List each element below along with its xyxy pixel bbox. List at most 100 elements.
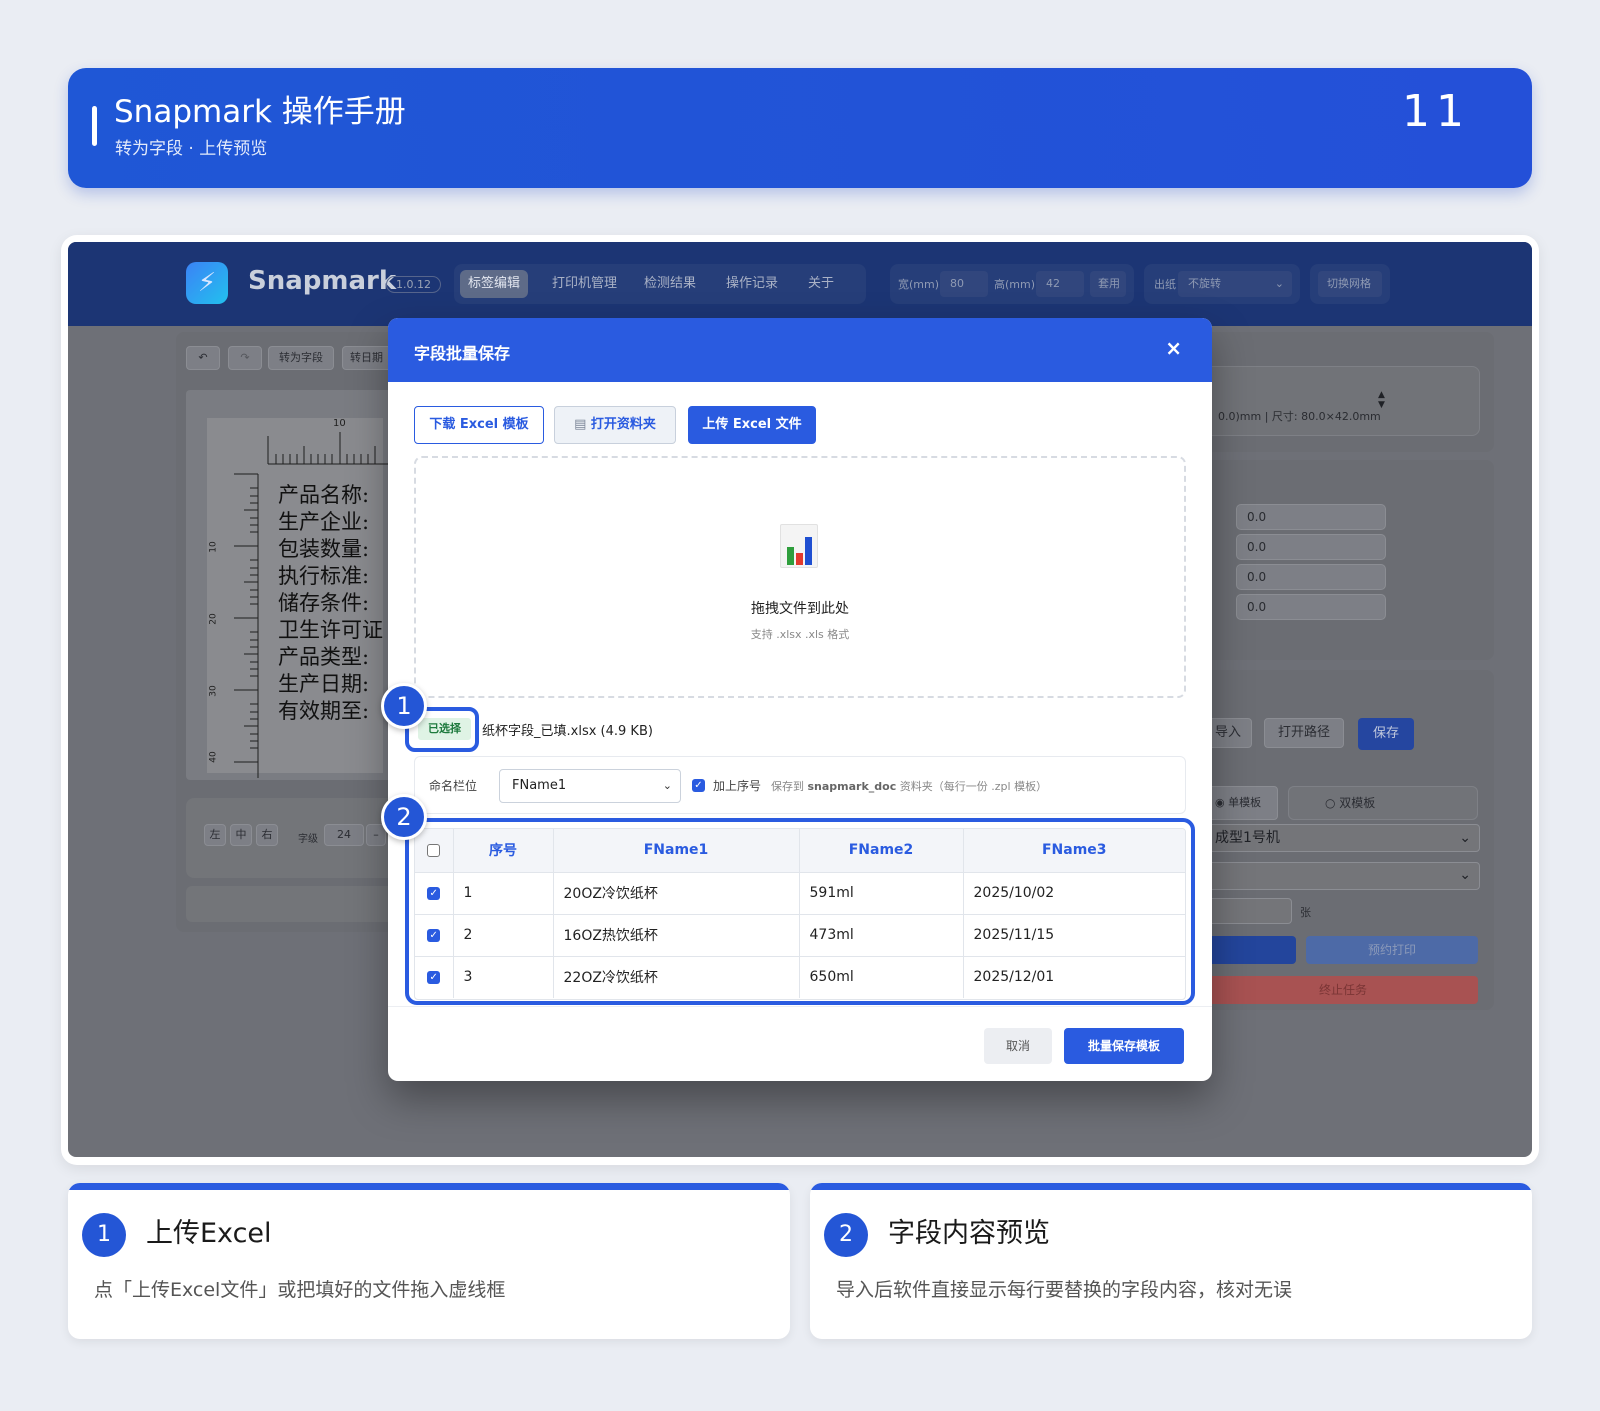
printer-select-value: 成型1号机 (1215, 830, 1280, 846)
spinner-icon[interactable]: ▲ ▼ (1378, 390, 1385, 410)
offset-field[interactable]: 0.0 (1236, 504, 1386, 530)
redo-icon[interactable]: ↷ (228, 346, 262, 370)
name-field-select[interactable]: FName1 ⌄ (499, 769, 681, 803)
add-seq-checkbox[interactable]: ✓ (692, 779, 705, 792)
paper-rotate-select[interactable]: 不旋转 ⌄ (1178, 271, 1292, 297)
page-number: 11 (1402, 86, 1470, 137)
save-hint-folder: snapmark_doc (807, 780, 897, 793)
ruler-top-label: 10 (333, 418, 346, 429)
main-nav: 标签编辑 打印机管理 检测结果 操作记录 关于 (454, 264, 866, 304)
tab-about[interactable]: 关于 (800, 270, 842, 298)
drop-zone[interactable]: 拖拽文件到此处 支持 .xlsx .xls 格式 (414, 456, 1186, 698)
to-date-button[interactable]: 转日期 (342, 346, 392, 370)
align-left-button[interactable]: 左 (204, 824, 226, 846)
label-content: 产品名称: 生产企业: 包装数量: 执行标准: 储存条件: 卫生许可证 产品类型… (278, 482, 383, 725)
offset-field[interactable]: 0.0 (1236, 594, 1386, 620)
chevron-down-icon: ⌄ (1459, 830, 1471, 846)
stop-task-button[interactable]: 终止任务 (1208, 976, 1478, 1004)
grid-controls: 切换网格 (1310, 264, 1390, 304)
step-card-2: 2 字段内容预览 导入后软件直接显示每行要替换的字段内容，核对无误 (810, 1183, 1532, 1339)
undo-icon[interactable]: ↶ (186, 346, 220, 370)
batch-save-button[interactable]: 批量保存模板 (1064, 1028, 1184, 1064)
font-size-label: 字级 (298, 834, 318, 845)
step-card-1: 1 上传Excel 点「上传Excel文件」或把填好的文件拖入虚线框 (68, 1183, 790, 1339)
label-line: 卫生许可证 (278, 618, 383, 642)
label-line: 生产日期: (278, 672, 370, 696)
open-folder-button[interactable]: ▤ 打开资料夹 (554, 406, 676, 444)
align-center-button[interactable]: 中 (230, 824, 252, 846)
toggle-grid-button[interactable]: 切换网格 (1318, 271, 1382, 297)
save-hint-prefix: 保存到 (771, 780, 804, 793)
excel-chart-icon (780, 524, 818, 568)
card-accent-line (68, 1183, 790, 1190)
size-info: 0.0)mm | 尺寸: 80.0×42.0mm (1218, 410, 1381, 423)
step-marker-1: 1 (381, 683, 427, 729)
label-line: 产品类型: (278, 645, 370, 669)
bar-chart-glyph (787, 537, 812, 565)
name-field-value: FName1 (512, 778, 567, 793)
dialog-title: 字段批量保存 (414, 344, 511, 363)
label-line: 执行标准: (278, 564, 370, 588)
drop-hint: 支持 .xlsx .xls 格式 (750, 628, 850, 641)
align-right-button[interactable]: 右 (256, 824, 278, 846)
selected-file-name: 纸杯字段_已填.xlsx (4.9 KB) (482, 724, 653, 739)
tab-operation-log[interactable]: 操作记录 (718, 270, 786, 298)
chevron-down-icon: ⌄ (1274, 277, 1284, 290)
header-accent-bar (92, 106, 97, 146)
manual-header: Snapmark 操作手册 转为字段 · 上传预览 11 (68, 68, 1532, 188)
ruler-left-20: 20 (208, 613, 219, 625)
ruler-left-40: 40 (208, 751, 219, 763)
print-button[interactable] (1208, 936, 1296, 964)
save-hint: 保存到 snapmark_doc 资料夹（每行一份 .zpl 模板） (771, 778, 1047, 794)
manual-title: Snapmark 操作手册 (114, 94, 406, 130)
to-field-button[interactable]: 转为字段 (268, 346, 334, 370)
tab-label-edit[interactable]: 标签编辑 (460, 270, 529, 298)
drop-text: 拖拽文件到此处 (751, 601, 849, 617)
manual-subtitle: 转为字段 · 上传预览 (115, 139, 268, 159)
app-brand: Snapmark (248, 266, 397, 296)
card-title: 上传Excel (146, 1218, 272, 1249)
card-description: 点「上传Excel文件」或把填好的文件拖入虚线框 (94, 1279, 506, 1301)
ruler-left-10: 10 (208, 541, 219, 553)
paper-controls: 出纸 不旋转 ⌄ (1144, 264, 1300, 304)
font-size-input[interactable]: 24 (324, 824, 364, 846)
offset-field[interactable]: 0.0 (1236, 564, 1386, 590)
offset-panel (1176, 460, 1494, 660)
apply-button[interactable]: 套用 (1090, 271, 1126, 297)
quantity-input[interactable] (1208, 898, 1292, 924)
schedule-print-button[interactable]: 预约打印 (1306, 936, 1478, 964)
double-template-label: 双模板 (1339, 796, 1376, 810)
save-button[interactable]: 保存 (1358, 718, 1414, 750)
label-line: 储存条件: (278, 591, 370, 615)
card-description: 导入后软件直接显示每行要替换的字段内容，核对无误 (836, 1279, 1293, 1301)
dialog-footer: 取消 批量保存模板 (388, 1006, 1212, 1081)
tab-printer-manage[interactable]: 打印机管理 (544, 270, 625, 298)
offset-field[interactable]: 0.0 (1236, 534, 1386, 560)
ruler-left-30: 30 (208, 685, 219, 697)
version-badge: 1.0.12 (386, 276, 441, 293)
label-line: 有效期至: (278, 699, 370, 723)
double-template-radio[interactable]: ○ 双模板 (1288, 786, 1478, 820)
download-template-button[interactable]: 下载 Excel 模板 (414, 406, 544, 444)
open-folder-label: 打开资料夹 (590, 417, 656, 432)
tab-detect-results[interactable]: 检测结果 (636, 270, 704, 298)
app-topbar: ⚡ Snapmark 1.0.12 标签编辑 打印机管理 检测结果 操作记录 关… (68, 242, 1532, 326)
sheet-unit: 张 (1300, 906, 1311, 919)
folder-icon: ▤ (574, 417, 591, 432)
printer-select[interactable]: 成型1号机 ⌄ (1208, 824, 1480, 852)
height-input[interactable]: 42 (1036, 271, 1084, 297)
card-accent-line (810, 1183, 1532, 1190)
name-field-label: 命名栏位 (429, 779, 478, 793)
upload-excel-button[interactable]: 上传 Excel 文件 (688, 406, 816, 444)
close-icon[interactable]: × (1165, 336, 1182, 360)
cancel-button[interactable]: 取消 (984, 1028, 1052, 1064)
dialog-header: 字段批量保存 × (388, 318, 1212, 382)
save-options: 命名栏位 FName1 ⌄ ✓ 加上序号 保存到 snapmark_doc 资料… (414, 756, 1186, 814)
open-path-button[interactable]: 打开路径 (1264, 718, 1344, 748)
printer-info (1184, 366, 1480, 436)
width-input[interactable]: 80 (940, 271, 988, 297)
bottom-editor-bar (186, 886, 396, 922)
lightning-icon: ⚡ (186, 262, 228, 304)
size-controls: 宽(mm) 80 高(mm) 42 套用 (890, 264, 1134, 304)
template-select[interactable]: ⌄ (1208, 862, 1480, 890)
